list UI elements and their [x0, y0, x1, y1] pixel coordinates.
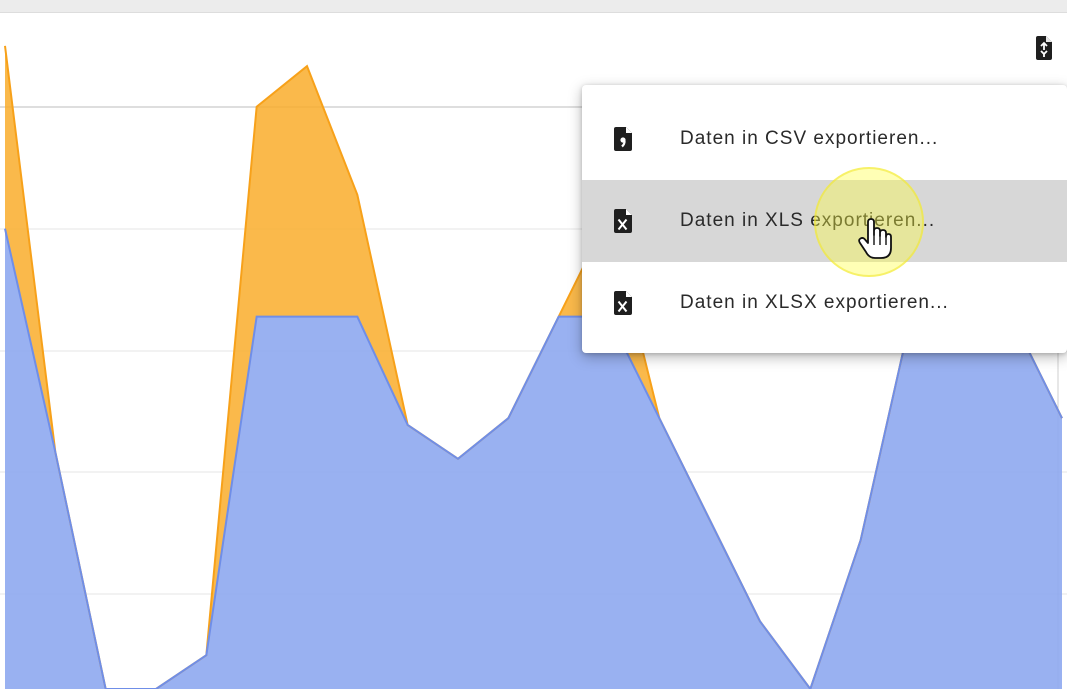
menu-item-label: Daten in CSV exportieren... — [680, 128, 939, 149]
file-export-icon — [1036, 35, 1052, 65]
menu-item-label: Daten in XLS exportieren... — [680, 210, 936, 231]
menu-item-export-xls[interactable]: Daten in XLS exportieren... — [582, 180, 1067, 262]
export-button[interactable] — [1028, 30, 1060, 70]
file-csv-icon — [614, 127, 632, 151]
menu-item-export-csv[interactable]: Daten in CSV exportieren... — [582, 98, 1067, 180]
chart-panel: Daten in CSV exportieren... Daten in XLS… — [0, 0, 1067, 689]
export-menu: Daten in CSV exportieren... Daten in XLS… — [582, 85, 1067, 353]
menu-item-export-xlsx[interactable]: Daten in XLSX exportieren... — [582, 262, 1067, 344]
file-excel-icon — [614, 291, 632, 315]
menu-item-label: Daten in XLSX exportieren... — [680, 292, 949, 313]
file-excel-icon — [614, 209, 632, 233]
